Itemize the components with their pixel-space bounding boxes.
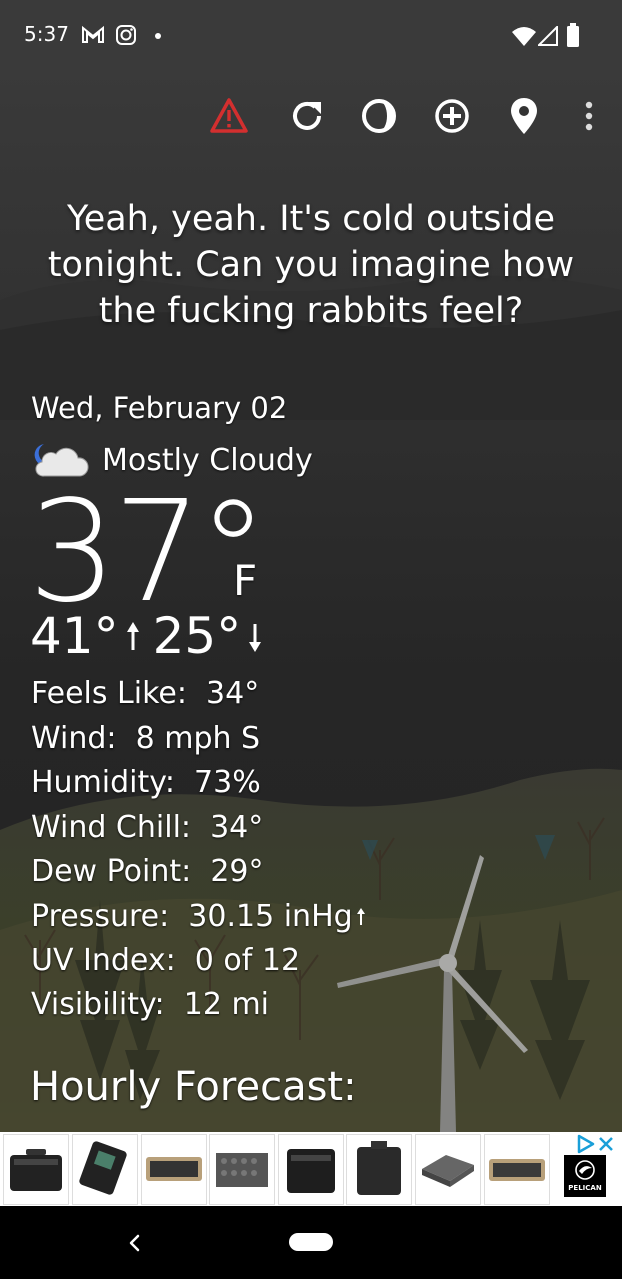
low-temperature: 25° bbox=[152, 607, 242, 665]
gmail-icon bbox=[82, 25, 104, 43]
ad-product-tile[interactable] bbox=[72, 1134, 138, 1205]
weather-app: 5:37 Yeah, yeah. It's cold outside tonig… bbox=[0, 0, 622, 1279]
status-bar: 5:37 bbox=[0, 0, 622, 72]
detail-visibility: Visibility: 12 mi bbox=[31, 987, 270, 1022]
high-temperature: 41° bbox=[30, 607, 119, 665]
ad-brand-name: PELICAN bbox=[568, 1184, 602, 1192]
signal-icon bbox=[538, 26, 558, 46]
detail-pressure: Pressure: 30.15 inHg bbox=[31, 897, 367, 937]
moon-phase-button[interactable] bbox=[355, 92, 403, 140]
detail-dew-point: Dew Point: 29° bbox=[31, 854, 264, 889]
close-icon[interactable] bbox=[596, 1134, 616, 1154]
detail-wind: Wind: 8 mph S bbox=[31, 721, 261, 756]
home-pill[interactable] bbox=[289, 1233, 333, 1251]
pressure-rising-icon bbox=[356, 908, 365, 925]
detail-wind-chill: Wind Chill: 34° bbox=[31, 810, 264, 845]
high-low-row: 41° 25° bbox=[30, 604, 275, 668]
snarky-quote: Yeah, yeah. It's cold outside tonight. C… bbox=[47, 199, 575, 331]
location-pin-button[interactable] bbox=[500, 92, 548, 140]
ad-product-tile[interactable] bbox=[346, 1134, 412, 1205]
ad-product-tile[interactable] bbox=[278, 1134, 344, 1205]
ad-product-tile[interactable] bbox=[3, 1134, 69, 1205]
alert-button[interactable] bbox=[205, 92, 253, 140]
add-location-button[interactable] bbox=[428, 92, 476, 140]
arrow-down-icon bbox=[249, 624, 262, 652]
more-vert-icon bbox=[585, 101, 593, 131]
battery-icon bbox=[567, 23, 579, 47]
location-pin-icon bbox=[511, 98, 537, 134]
ad-brand-logo[interactable]: PELICAN bbox=[564, 1155, 606, 1197]
status-time: 5:37 bbox=[24, 22, 69, 46]
detail-feels-like: Feels Like: 34° bbox=[31, 676, 260, 711]
moon-phase-icon bbox=[362, 99, 396, 133]
more-options-button[interactable] bbox=[565, 92, 613, 140]
add-location-icon bbox=[435, 99, 469, 133]
ad-banner[interactable] bbox=[0, 1132, 622, 1206]
detail-uv-index: UV Index: 0 of 12 bbox=[31, 943, 301, 978]
ad-product-tile[interactable] bbox=[209, 1134, 275, 1205]
ad-product-tile[interactable] bbox=[484, 1134, 550, 1205]
detail-humidity: Humidity: 73% bbox=[31, 765, 261, 800]
instagram-icon bbox=[116, 25, 136, 45]
pelican-logo-icon bbox=[575, 1160, 595, 1180]
arrow-up-icon bbox=[126, 622, 139, 650]
alert-icon bbox=[210, 98, 248, 133]
ad-product-tile[interactable] bbox=[415, 1134, 481, 1205]
hourly-forecast-heading: Hourly Forecast: bbox=[30, 1064, 357, 1110]
back-icon[interactable] bbox=[122, 1228, 148, 1258]
dot-icon bbox=[155, 33, 161, 39]
forecast-date: Wed, February 02 bbox=[31, 391, 288, 425]
refresh-icon bbox=[293, 101, 321, 130]
ad-choices-icon[interactable] bbox=[575, 1134, 595, 1154]
refresh-button[interactable] bbox=[283, 92, 331, 140]
temperature-unit: F bbox=[233, 556, 258, 605]
wifi-icon bbox=[512, 27, 536, 46]
ad-product-tile[interactable] bbox=[141, 1134, 207, 1205]
